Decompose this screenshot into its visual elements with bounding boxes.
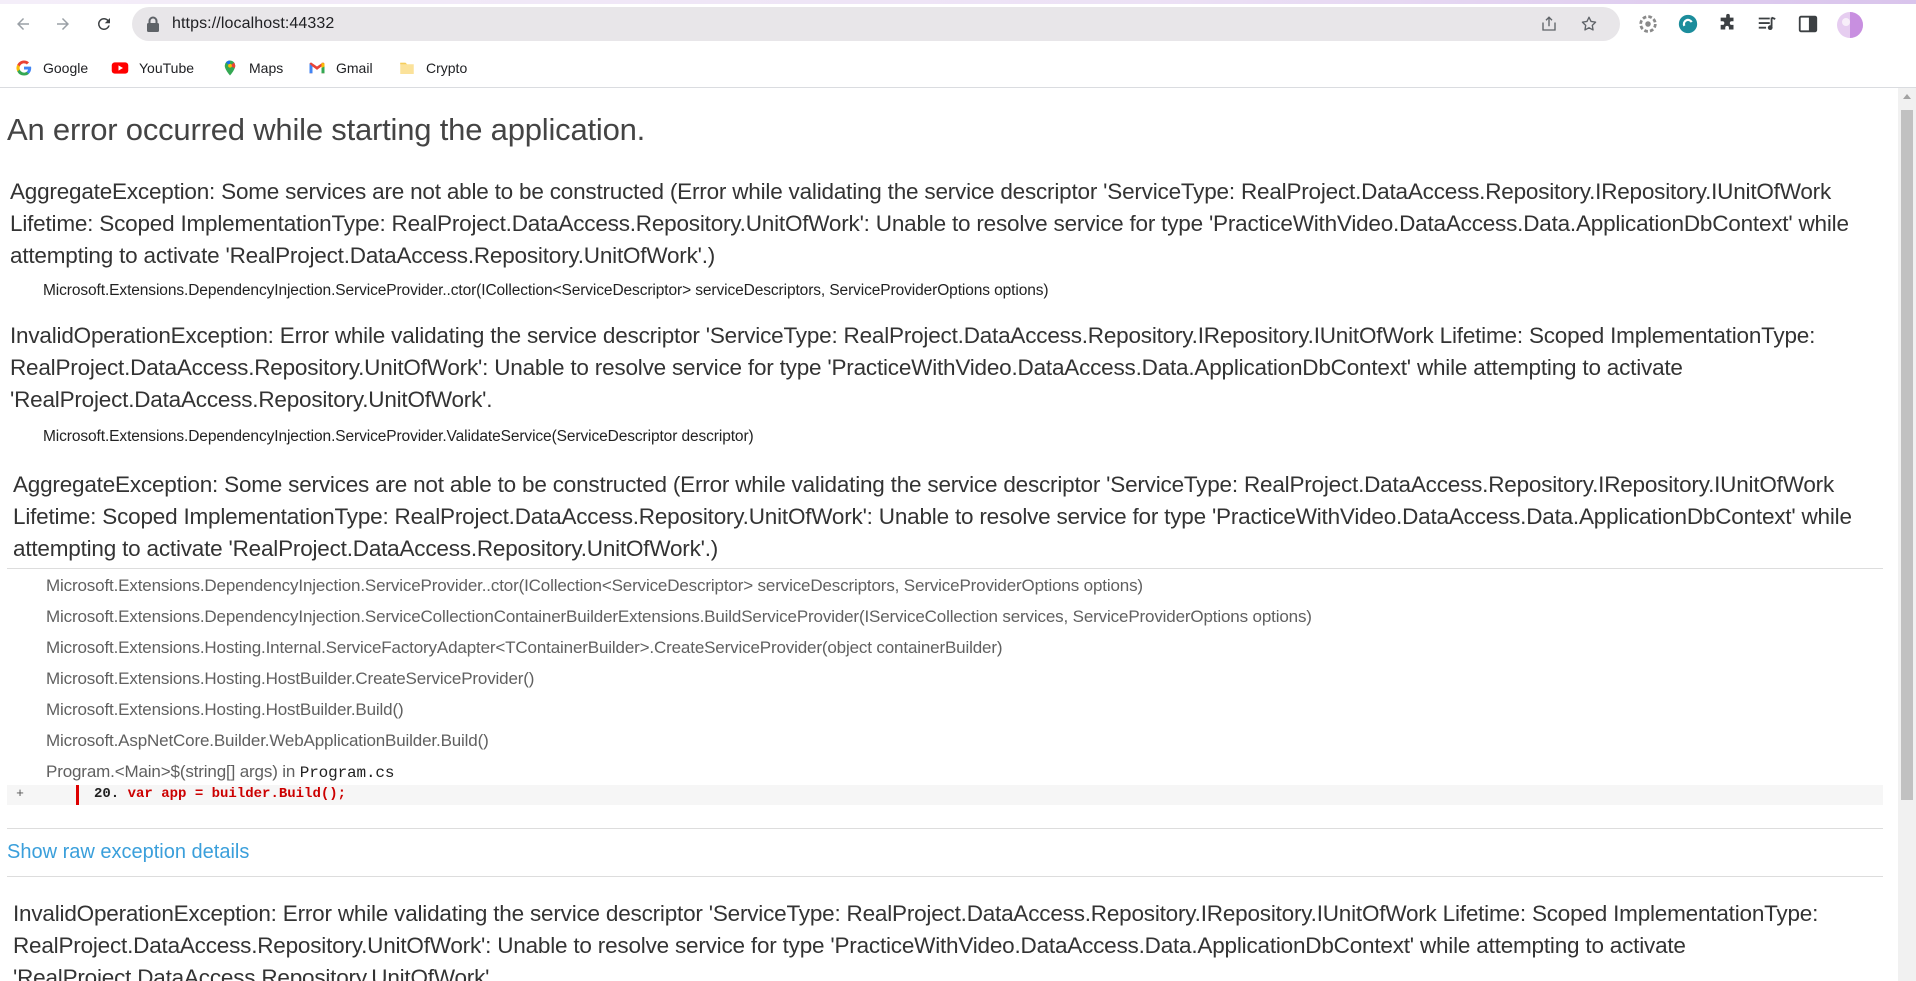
bookmark-label: YouTube (139, 60, 195, 76)
stack-frame[interactable]: Microsoft.Extensions.DependencyInjection… (46, 607, 1312, 627)
exception-message: AggregateException: Some services are no… (10, 179, 1849, 268)
exception-message: InvalidOperationException: Error while v… (10, 323, 1816, 412)
scrollbar-thumb[interactable] (1901, 110, 1913, 800)
bookmark-gmail[interactable]: Gmail (308, 56, 373, 80)
line-code: var app = builder.Build(); (119, 786, 347, 802)
maps-icon (224, 60, 236, 76)
folder-icon (400, 62, 414, 74)
back-button[interactable] (10, 11, 36, 37)
bookmark-youtube[interactable]: YouTube (111, 56, 194, 80)
exception-message: InvalidOperationException: Error while v… (13, 901, 1819, 981)
side-panel-icon[interactable] (1797, 13, 1819, 35)
exception-frame: Microsoft.Extensions.DependencyInjection… (43, 428, 754, 445)
bookmark-folder-crypto[interactable]: Crypto (398, 56, 467, 80)
forward-button[interactable] (50, 11, 76, 37)
bookmark-google[interactable]: Google (15, 56, 88, 80)
youtube-icon (111, 62, 129, 74)
reload-button[interactable] (91, 11, 117, 37)
arrow-left-icon (17, 18, 29, 30)
reload-icon (97, 17, 110, 30)
url-text[interactable]: https://localhost:44332 (172, 15, 334, 33)
stack-frame[interactable]: Microsoft.AspNetCore.Builder.WebApplicat… (46, 731, 489, 751)
bookmarks-bar: Google YouTube Maps Gmail Crypto (0, 48, 1916, 88)
bookmark-label: Maps (249, 60, 284, 76)
scroll-up-arrow[interactable] (1903, 94, 1911, 99)
bookmark-label: Gmail (336, 60, 373, 76)
address-bar[interactable]: https://localhost:44332 (132, 7, 1620, 41)
divider (7, 568, 1883, 569)
error-page: An error occurred while starting the app… (0, 88, 1898, 981)
stack-frame-program[interactable]: Program.<Main>$(string[] args) in Progra… (46, 762, 394, 782)
stack-frame[interactable]: Microsoft.Extensions.Hosting.Internal.Se… (46, 638, 1003, 658)
extension-teal-icon[interactable] (1677, 13, 1699, 35)
bookmark-maps[interactable]: Maps (221, 56, 283, 80)
star-icon[interactable] (1580, 15, 1598, 33)
extension-gear-icon[interactable] (1637, 13, 1659, 35)
browser-toolbar: https://localhost:44332 (0, 0, 1916, 48)
media-control-icon[interactable] (1756, 13, 1778, 35)
bookmark-label: Google (43, 60, 89, 76)
stack-frame[interactable]: Microsoft.Extensions.Hosting.HostBuilder… (46, 669, 534, 689)
lock-icon[interactable] (146, 16, 160, 32)
stack-frame-file: Program.cs (299, 764, 395, 782)
exception-message: AggregateException: Some services are no… (13, 472, 1852, 561)
expand-source-button[interactable]: + (12, 786, 28, 802)
page-title: An error occurred while starting the app… (7, 112, 646, 147)
source-code-line: 20. var app = builder.Build(); (94, 786, 346, 802)
google-icon (16, 60, 32, 76)
gmail-icon (309, 62, 325, 74)
profile-avatar[interactable] (1836, 11, 1864, 39)
stack-frame[interactable]: Microsoft.Extensions.Hosting.HostBuilder… (46, 700, 404, 720)
divider (7, 876, 1883, 877)
divider (7, 828, 1883, 829)
share-icon[interactable] (1540, 15, 1558, 33)
source-code-row: + 20. var app = builder.Build(); (7, 785, 1883, 805)
arrow-right-icon (57, 18, 69, 30)
vertical-scrollbar[interactable] (1898, 88, 1916, 981)
line-number: 20. (94, 786, 120, 802)
show-raw-exception-link[interactable]: Show raw exception details (7, 841, 249, 864)
stack-frame[interactable]: Microsoft.Extensions.DependencyInjection… (46, 576, 1143, 596)
puzzle-icon[interactable] (1717, 13, 1739, 35)
stack-frame-method: Program.<Main>$(string[] args) in (46, 762, 300, 781)
error-line-marker (76, 785, 79, 805)
bookmark-label: Crypto (426, 60, 468, 76)
exception-frame: Microsoft.Extensions.DependencyInjection… (43, 282, 1049, 299)
